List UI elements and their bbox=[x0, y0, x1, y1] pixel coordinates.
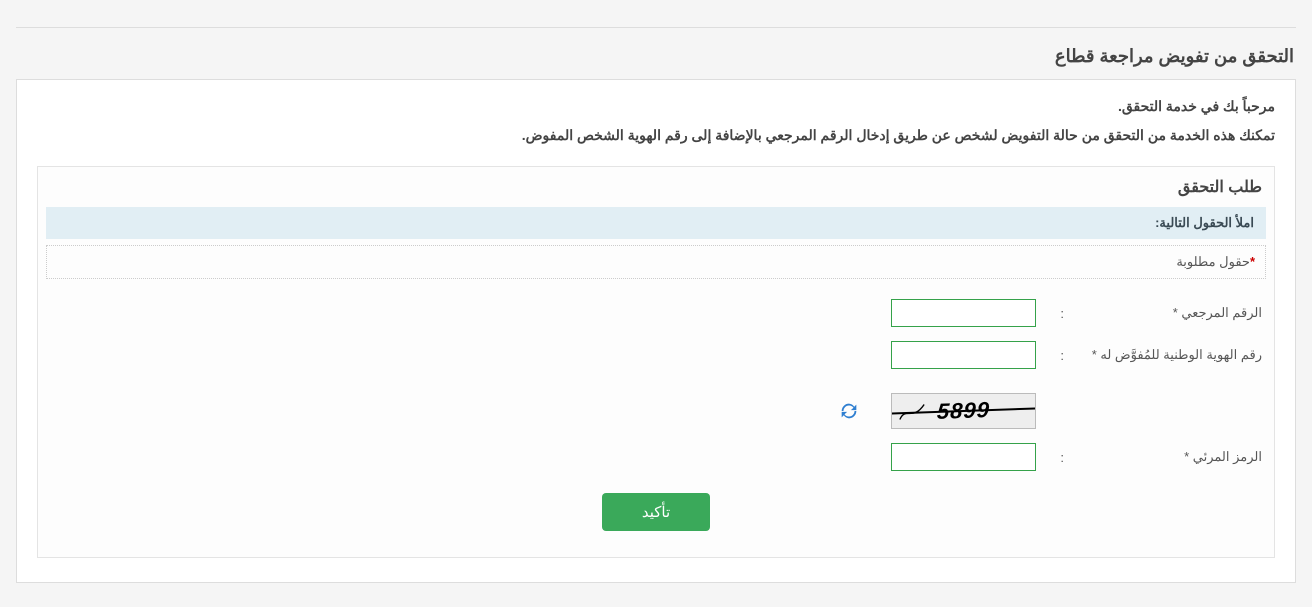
required-asterisk: * bbox=[1250, 254, 1255, 269]
row-reference-number: الرقم المرجعي * : bbox=[50, 299, 1262, 327]
label-reference-number: الرقم المرجعي * bbox=[1072, 305, 1262, 321]
captcha-input[interactable] bbox=[891, 443, 1036, 471]
colon: : bbox=[1044, 348, 1064, 363]
outer-panel: مرحباً بك في خدمة التحقق. تمكنك هذه الخد… bbox=[16, 79, 1296, 583]
panel-heading: طلب التحقق bbox=[38, 167, 1274, 207]
row-captcha-input: الرمز المرئي * : bbox=[50, 443, 1262, 471]
form-area: الرقم المرجعي * : رقم الهوية الوطنية للم… bbox=[38, 299, 1274, 531]
row-captcha-image: 5899 bbox=[50, 393, 1262, 429]
page-title: التحقق من تفويض مراجعة قطاع bbox=[16, 46, 1296, 67]
required-text: حقول مطلوبة bbox=[1176, 254, 1250, 269]
colon: : bbox=[1044, 450, 1064, 465]
captcha-image: 5899 bbox=[891, 393, 1036, 429]
label-captcha: الرمز المرئي * bbox=[1072, 449, 1262, 465]
colon: : bbox=[1044, 306, 1064, 321]
national-id-input[interactable] bbox=[891, 341, 1036, 369]
button-row: تأكيد bbox=[50, 493, 1262, 531]
confirm-button[interactable]: تأكيد bbox=[602, 493, 710, 531]
verify-panel: طلب التحقق املأ الحقول التالية: *حقول مط… bbox=[37, 166, 1275, 558]
row-national-id: رقم الهوية الوطنية للمُفوَّض له * : bbox=[50, 341, 1262, 369]
fill-fields-note: املأ الحقول التالية: bbox=[46, 207, 1266, 239]
reference-number-input[interactable] bbox=[891, 299, 1036, 327]
label-national-id: رقم الهوية الوطنية للمُفوَّض له * bbox=[1072, 347, 1262, 363]
intro-description: تمكنك هذه الخدمة من التحقق من حالة التفو… bbox=[37, 127, 1275, 144]
refresh-icon[interactable] bbox=[838, 400, 860, 422]
top-strip bbox=[16, 10, 1296, 28]
required-fields-note: *حقول مطلوبة bbox=[46, 245, 1266, 279]
intro-welcome: مرحباً بك في خدمة التحقق. bbox=[37, 98, 1275, 115]
